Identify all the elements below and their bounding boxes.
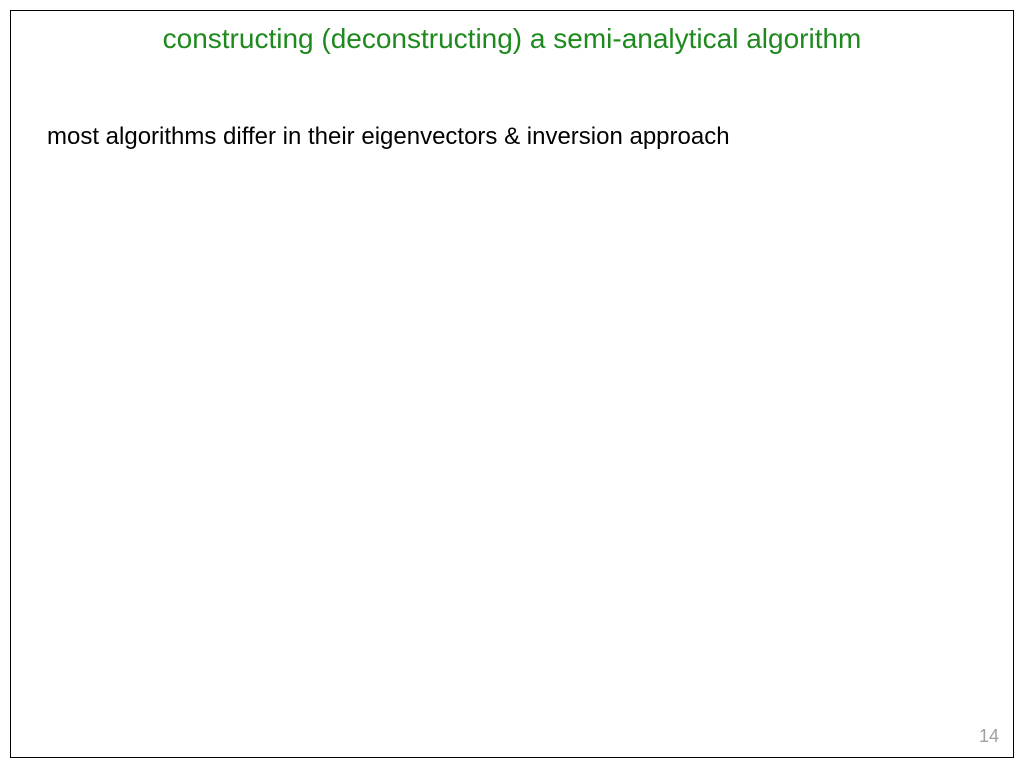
slide-body-text: most algorithms differ in their eigenvec… <box>47 123 730 151</box>
page-number: 14 <box>979 726 999 747</box>
slide-frame: constructing (deconstructing) a semi-ana… <box>10 10 1014 758</box>
slide-title: constructing (deconstructing) a semi-ana… <box>11 23 1013 55</box>
